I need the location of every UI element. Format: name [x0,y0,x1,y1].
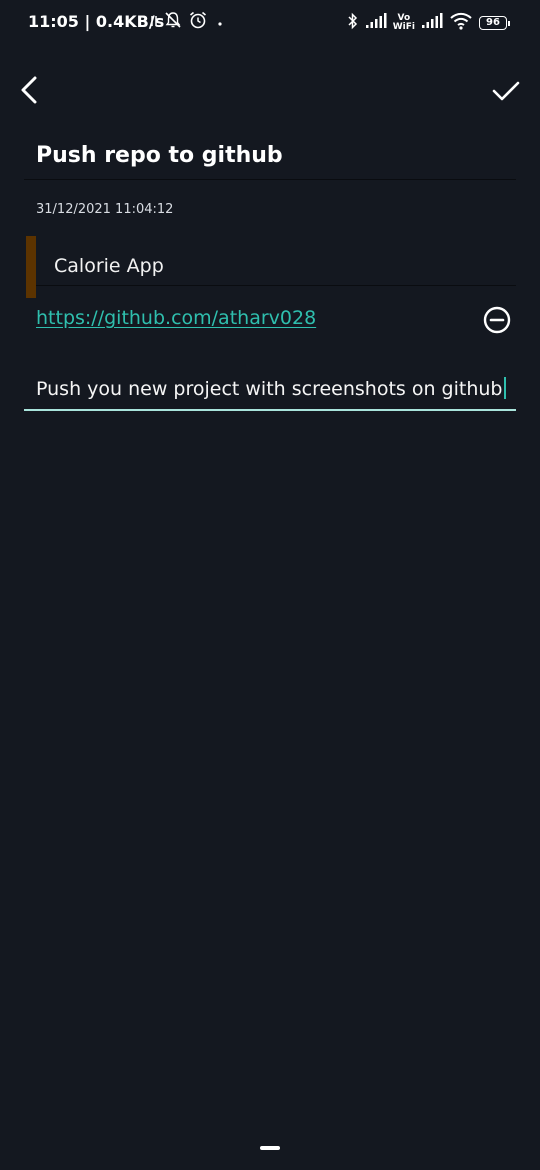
navigation-handle[interactable] [260,1146,280,1150]
cell-signal-2-icon [421,13,443,33]
minus-circle-icon [483,306,511,334]
tag-color-bar [26,236,36,298]
vowifi-icon: Vo WiFi [392,13,415,32]
wifi-icon [449,12,473,34]
chevron-left-icon [21,76,37,104]
description-underline [24,409,516,411]
alarm-icon [188,10,208,34]
back-button[interactable] [14,74,44,106]
muted-bell-icon [164,11,182,33]
save-button[interactable] [490,76,522,106]
cell-signal-icon [365,13,387,33]
note-title-input[interactable]: Push repo to github [36,143,283,168]
web-link[interactable]: https://github.com/atharv028 [36,307,316,329]
note-date: 31/12/2021 11:04:12 [36,202,174,217]
title-divider [24,179,516,180]
tag-divider [36,285,516,286]
notification-dot-icon [214,13,226,32]
battery-icon: 96 [479,16,510,30]
status-time: 11:05 | 0.4KB/s [28,12,165,31]
note-description-text: Push you new project with screenshots on… [36,378,503,400]
status-bar: 11:05 | 0.4KB/s Vo WiFi 96 [0,0,540,46]
check-icon [492,81,520,101]
text-cursor [503,377,506,399]
bluetooth-icon [347,12,359,34]
remove-link-button[interactable] [482,305,512,335]
tag-name[interactable]: Calorie App [54,255,164,277]
signal-speed-icon [150,13,158,32]
note-description-input[interactable]: Push you new project with screenshots on… [36,377,506,400]
battery-level: 96 [479,16,507,30]
